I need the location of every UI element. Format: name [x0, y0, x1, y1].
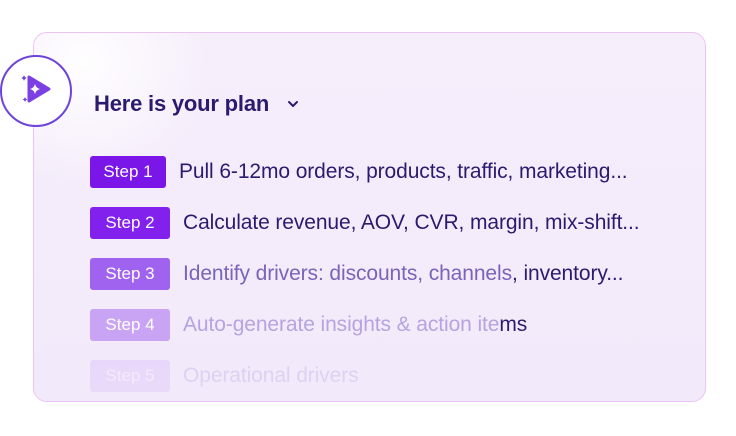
- step-text-highlight: , inventory...: [511, 262, 624, 285]
- sparkle-send-icon: [14, 67, 58, 116]
- plan-widget: Here is your plan Step 1 Pull 6-12mo ord…: [0, 0, 736, 436]
- plan-title: Here is your plan: [94, 91, 270, 116]
- step-text: Auto-generate insights & action items: [183, 313, 527, 337]
- plan-step: Step 5 Operational drivers: [90, 360, 359, 392]
- assistant-badge: [0, 55, 72, 127]
- plan-step: Step 3 Identify drivers: discounts, chan…: [90, 258, 624, 290]
- step-text-faded: Auto-generate insights & action ite: [183, 313, 500, 336]
- step-text-highlight: ms: [499, 313, 528, 336]
- step-text-faded: Identify drivers: discounts, channels: [183, 262, 512, 285]
- step-tag: Step 1: [90, 156, 166, 188]
- plan-step: Step 2 Calculate revenue, AOV, CVR, marg…: [90, 207, 640, 239]
- plan-step: Step 4 Auto-generate insights & action i…: [90, 309, 527, 341]
- step-tag: Step 3: [90, 258, 170, 290]
- step-text: Operational drivers: [183, 364, 359, 387]
- plan-step: Step 1 Pull 6-12mo orders, products, tra…: [90, 156, 628, 188]
- step-text: Identify drivers: discounts, channels, i…: [183, 262, 624, 286]
- step-tag: Step 4: [90, 309, 170, 341]
- plan-header[interactable]: Here is your plan: [94, 88, 301, 120]
- chevron-down-icon[interactable]: [285, 96, 301, 112]
- step-text: Pull 6-12mo orders, products, traffic, m…: [179, 160, 628, 183]
- step-tag: Step 5: [90, 360, 170, 392]
- step-text: Calculate revenue, AOV, CVR, margin, mix…: [183, 211, 640, 234]
- step-tag: Step 2: [90, 207, 170, 239]
